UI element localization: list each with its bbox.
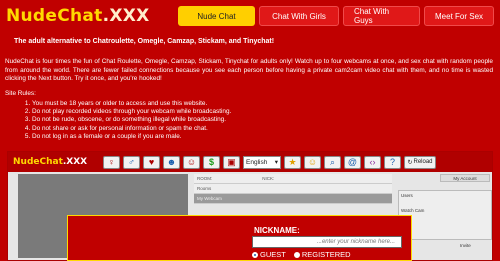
- users-icon[interactable]: ☻: [163, 155, 180, 169]
- reload-button[interactable]: ↻ Reload: [404, 155, 436, 169]
- login-dialog: NICKNAME: ...enter your nickname here...…: [67, 215, 412, 261]
- guest-label: GUEST: [260, 250, 286, 259]
- watch-cam-label: Watch Cam: [401, 208, 425, 213]
- room-header: ROOM: NICK:: [194, 174, 392, 184]
- tab-chat-with-guys[interactable]: Chat With Guys: [343, 6, 420, 26]
- rooms-label: Rooms: [197, 186, 212, 191]
- at-icon[interactable]: @: [344, 155, 361, 169]
- users-label: Users: [401, 193, 413, 198]
- radio-dot: [293, 251, 300, 258]
- app-logo-part1: NudeChat: [13, 157, 63, 167]
- users-panel: My Account Users Watch Cam Invite: [398, 174, 492, 258]
- nickname-label: NICKNAME:: [254, 226, 300, 235]
- app-logo-part2: .XXX: [62, 157, 88, 167]
- app-logo: NudeChat.XXX: [13, 157, 103, 167]
- language-value: English: [246, 158, 268, 166]
- nickname-input[interactable]: ...enter your nickname here...: [252, 236, 402, 248]
- male-icon[interactable]: ♂: [123, 155, 140, 169]
- intro-text: NudeChat is four times the fun of Chat R…: [5, 58, 493, 83]
- dollar-icon[interactable]: $: [203, 155, 220, 169]
- rule-item: You must be 18 years or older to access …: [32, 100, 231, 108]
- reload-label: Reload: [413, 159, 433, 165]
- my-webcam-label: My Webcam: [197, 196, 222, 201]
- reload-icon: ↻: [407, 159, 413, 166]
- rule-item: Do not log in as a female or a couple if…: [32, 133, 231, 141]
- heart-icon[interactable]: ♥: [143, 155, 160, 169]
- emoji-icon[interactable]: ☺: [304, 155, 321, 169]
- my-webcam-row[interactable]: My Webcam: [194, 194, 392, 204]
- invite-button[interactable]: Invite: [460, 243, 492, 248]
- nick-label: NICK:: [262, 176, 275, 181]
- room-label: ROOM:: [197, 176, 213, 181]
- account-type-radios: GUEST REGISTERED: [252, 250, 351, 259]
- rule-item: Do not play recorded videos through your…: [32, 108, 231, 116]
- rules-title: Site Rules:: [5, 90, 36, 97]
- chevron-down-icon: ▾: [274, 159, 278, 166]
- top-nav: Nude Chat Chat With Girls Chat With Guys…: [178, 6, 494, 26]
- registered-label: REGISTERED: [301, 250, 351, 259]
- guest-radio[interactable]: GUEST: [252, 250, 286, 259]
- app-toolbar: NudeChat.XXX ♀ ♂ ♥ ☻ ☺ $ ▣ English ▾ ★ ☺…: [8, 152, 492, 172]
- tagline: The adult alternative to Chatroulette, O…: [14, 38, 275, 45]
- code-icon[interactable]: ‹›: [364, 155, 381, 169]
- rooms-row[interactable]: Rooms: [194, 184, 392, 194]
- avatar-icon[interactable]: ☺: [183, 155, 200, 169]
- search-icon[interactable]: ⌕: [324, 155, 341, 169]
- language-select[interactable]: English ▾: [243, 155, 281, 169]
- users-list: Users Watch Cam: [398, 190, 492, 240]
- logo-part1: NudeChat: [6, 6, 103, 26]
- radio-dot: [252, 251, 258, 258]
- site-logo[interactable]: NudeChat.XXX: [6, 6, 150, 26]
- tab-nude-chat[interactable]: Nude Chat: [178, 6, 255, 26]
- rules-list: You must be 18 years or older to access …: [32, 100, 231, 141]
- tab-meet-for-sex[interactable]: Meet For Sex: [424, 6, 494, 26]
- tab-chat-with-girls[interactable]: Chat With Girls: [259, 6, 339, 26]
- my-account-button[interactable]: My Account: [440, 174, 490, 182]
- rule-item: Do not be rude, obscene, or do something…: [32, 116, 231, 124]
- rule-item: Do not share or ask for personal informa…: [32, 125, 231, 133]
- logo-part2: .XXX: [102, 6, 150, 26]
- star-icon[interactable]: ★: [284, 155, 301, 169]
- female-icon[interactable]: ♀: [103, 155, 120, 169]
- registered-radio[interactable]: REGISTERED: [293, 250, 351, 259]
- help-icon[interactable]: ?: [384, 155, 401, 169]
- gift-icon[interactable]: ▣: [223, 155, 240, 169]
